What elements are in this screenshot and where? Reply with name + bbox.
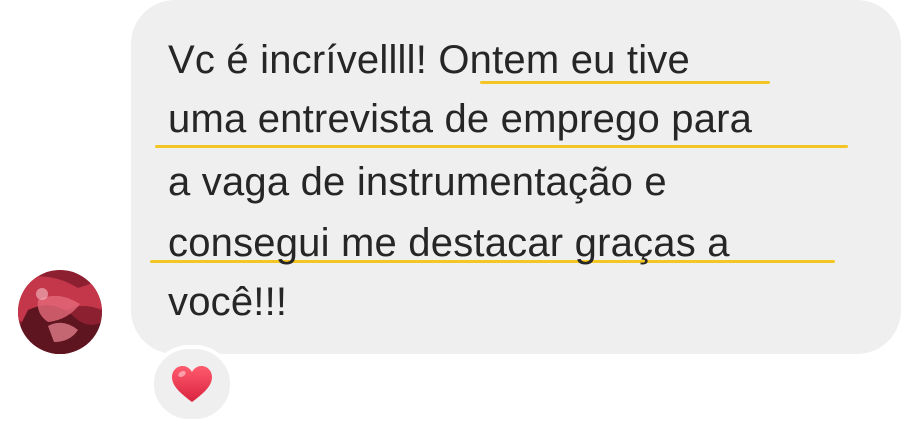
dm-thread: Vc é incrívellll! Ontem eu tive uma entr… xyxy=(0,0,914,448)
sender-avatar[interactable] xyxy=(18,270,102,354)
avatar-photo xyxy=(18,270,102,354)
message-line: a vaga de instrumentação e xyxy=(168,160,667,204)
reaction-badge[interactable] xyxy=(150,345,234,423)
message-line: consegui me destacar graças a xyxy=(168,221,730,265)
heart-icon xyxy=(172,366,212,402)
highlight-underline xyxy=(155,145,848,148)
message-line: uma entrevista de emprego para xyxy=(168,97,753,141)
message-line: você!!! xyxy=(168,280,288,324)
message-line: Vc é incrívellll! Ontem eu tive xyxy=(168,38,690,82)
